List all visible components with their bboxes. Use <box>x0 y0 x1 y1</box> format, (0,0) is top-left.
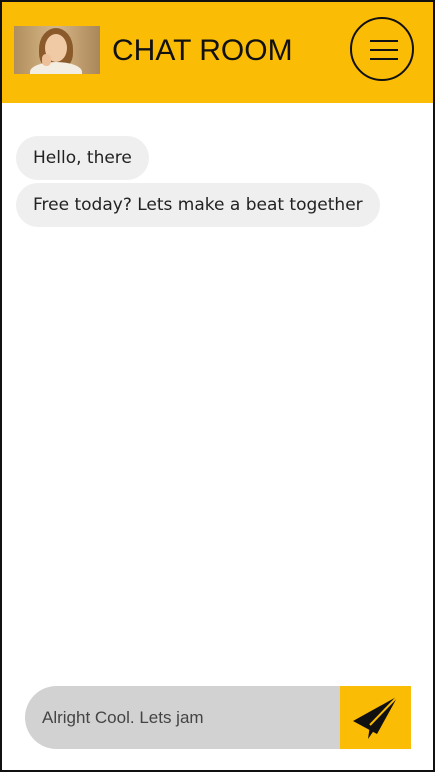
avatar <box>14 26 100 74</box>
avatar-shoulders <box>30 62 82 74</box>
paper-plane-icon <box>353 695 399 739</box>
menu-button[interactable] <box>350 17 414 81</box>
chat-window: CHAT ROOM Hello, there Free today? Lets … <box>0 0 435 772</box>
page-title: CHAT ROOM <box>112 34 293 67</box>
avatar-hand <box>42 54 51 66</box>
chat-header: CHAT ROOM <box>2 2 433 103</box>
send-button[interactable] <box>340 686 411 749</box>
message-input[interactable] <box>25 686 342 749</box>
message-bubble: Hello, there <box>16 136 149 180</box>
message-bubble: Free today? Lets make a beat together <box>16 183 380 227</box>
message-composer <box>25 686 411 749</box>
